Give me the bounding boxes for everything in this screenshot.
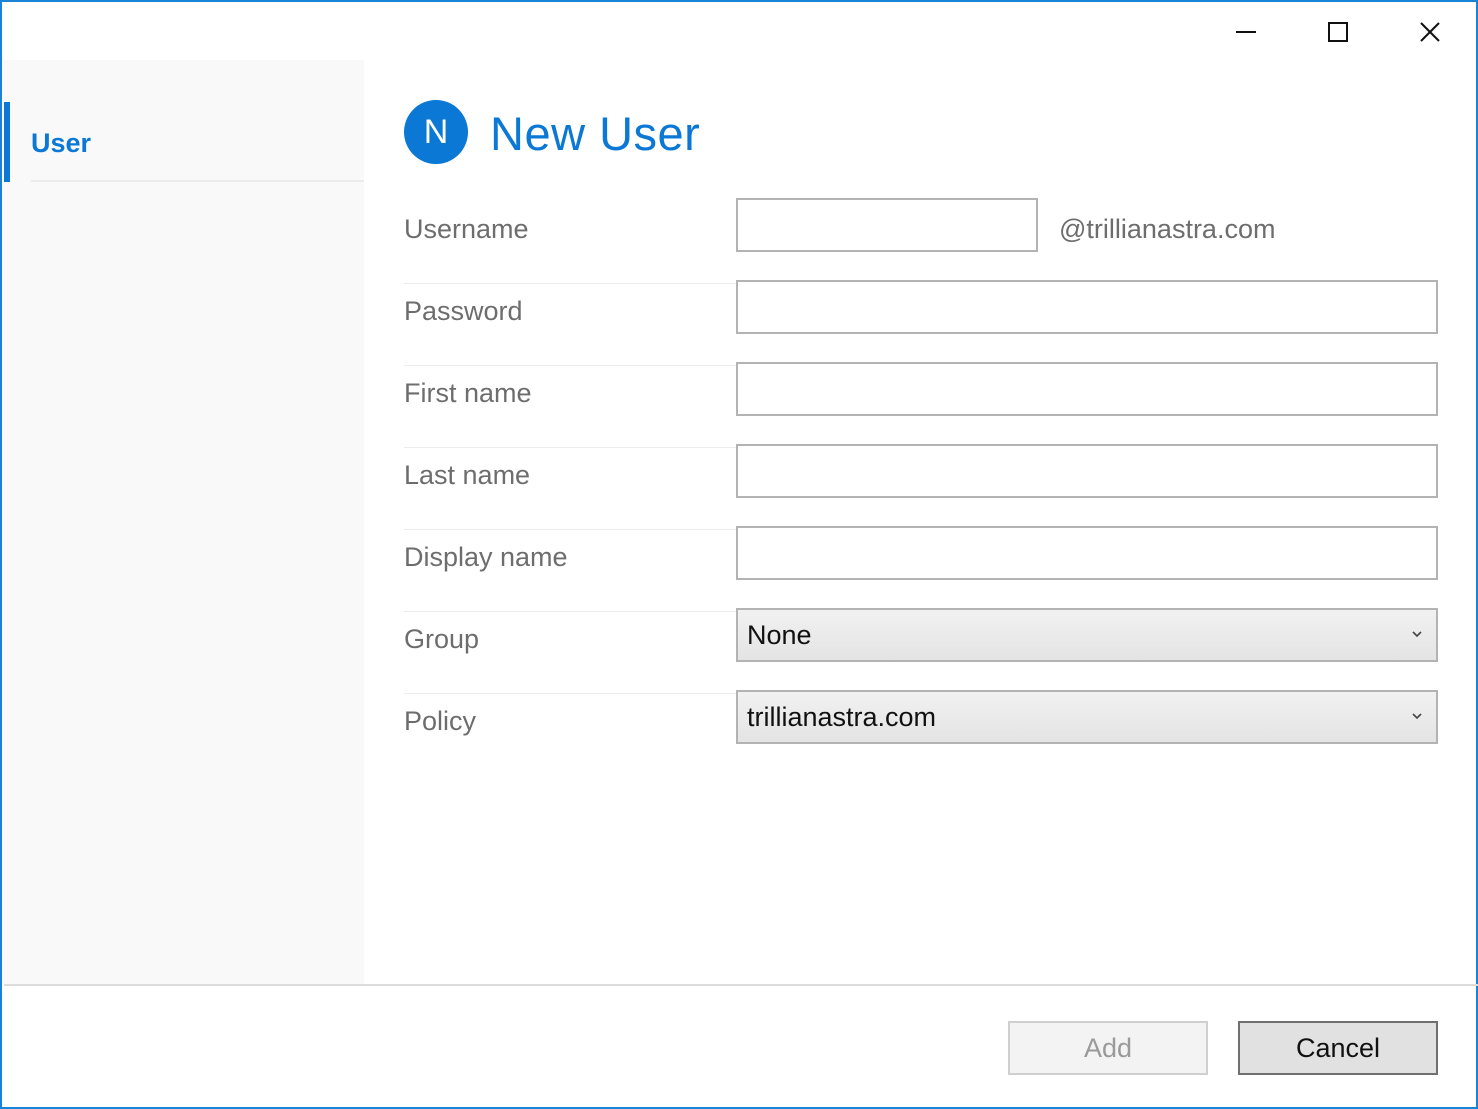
chevron-down-icon bbox=[1412, 713, 1422, 720]
password-field[interactable] bbox=[736, 280, 1438, 334]
minimize-icon bbox=[1236, 31, 1256, 33]
last-name-row: Last name bbox=[404, 444, 1438, 530]
minimize-button[interactable] bbox=[1200, 4, 1292, 60]
avatar: N bbox=[404, 100, 468, 164]
selection-indicator bbox=[4, 102, 10, 182]
sidebar-item-label: User bbox=[31, 128, 92, 158]
password-label: Password bbox=[404, 296, 523, 326]
username-field[interactable] bbox=[736, 198, 1038, 252]
add-button[interactable]: Add bbox=[1008, 1021, 1208, 1075]
avatar-initial: N bbox=[423, 112, 449, 151]
sidebar-divider bbox=[31, 180, 364, 182]
first-name-row: First name bbox=[404, 362, 1438, 448]
group-select[interactable]: None bbox=[736, 608, 1438, 662]
policy-selected-value: trillianastra.com bbox=[747, 702, 937, 732]
page-title: New User bbox=[490, 107, 701, 160]
policy-select[interactable]: trillianastra.com bbox=[736, 690, 1438, 744]
display-name-row: Display name bbox=[404, 526, 1438, 612]
sidebar: User bbox=[4, 60, 364, 984]
username-label: Username bbox=[404, 214, 529, 244]
first-name-field[interactable] bbox=[736, 362, 1438, 416]
close-button[interactable] bbox=[1384, 4, 1476, 60]
cancel-button[interactable]: Cancel bbox=[1238, 1021, 1438, 1075]
first-name-label: First name bbox=[404, 378, 532, 408]
close-icon bbox=[1420, 22, 1440, 42]
policy-row: Policy trillianastra.com bbox=[404, 690, 1438, 776]
chevron-down-icon bbox=[1412, 631, 1422, 638]
group-row: Group None bbox=[404, 608, 1438, 694]
group-label: Group bbox=[404, 624, 480, 654]
maximize-icon bbox=[1328, 22, 1348, 42]
last-name-field[interactable] bbox=[736, 444, 1438, 498]
display-name-label: Display name bbox=[404, 542, 568, 572]
sidebar-item-user[interactable]: User bbox=[4, 102, 364, 182]
group-selected-value: None bbox=[747, 620, 812, 650]
new-user-dialog: User N New User Username @trillianastra.… bbox=[0, 0, 1478, 1109]
username-row: Username @trillianastra.com bbox=[404, 198, 1438, 284]
maximize-button[interactable] bbox=[1292, 4, 1384, 60]
last-name-label: Last name bbox=[404, 460, 531, 490]
display-name-field[interactable] bbox=[736, 526, 1438, 580]
password-row: Password bbox=[404, 280, 1438, 366]
policy-label: Policy bbox=[404, 706, 477, 736]
username-domain-suffix: @trillianastra.com bbox=[1059, 214, 1276, 244]
footer-divider bbox=[4, 984, 1478, 986]
